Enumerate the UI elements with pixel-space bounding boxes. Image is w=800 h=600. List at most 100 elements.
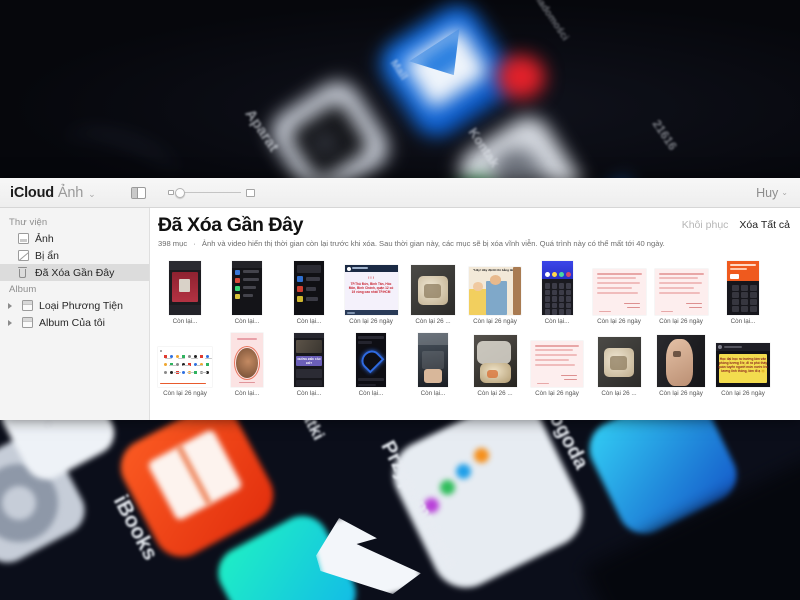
photo-cell[interactable]: Còn lại 26 ...	[592, 329, 646, 397]
days-remaining-caption: Còn lại 26 ngày	[597, 318, 641, 326]
thumbnail-wrapper: "Hãy! Hãy đặt Đi thì bằng lái à"	[468, 257, 522, 316]
sidebar-item-label: Đã Xóa Gần Đây	[35, 266, 115, 279]
days-remaining-caption: Còn lại 26 ngày	[349, 318, 393, 326]
zoom-in-icon[interactable]	[246, 188, 256, 197]
photo-thumbnail[interactable]	[158, 347, 212, 388]
bg-notes-dot-green	[440, 480, 455, 495]
bg-cable	[56, 120, 184, 180]
photo-thumbnail[interactable]	[411, 265, 455, 316]
chevron-right-icon[interactable]	[8, 319, 15, 326]
brand-icloud-label: iCloud	[10, 184, 54, 201]
photo-thumbnail[interactable]	[654, 269, 708, 316]
photo-thumbnail[interactable]	[356, 333, 386, 388]
restore-button[interactable]: Khôi phục	[682, 219, 729, 231]
app-brand[interactable]: iCloud Ảnh ⌄	[10, 184, 96, 201]
photo-grid: Còn lại... Còn lại... Còn lại... ! ! ! T…	[158, 255, 790, 397]
photo-cell[interactable]: Còn lại 26 ngày	[158, 329, 212, 397]
header-actions: Khôi phục Xóa Tất cả	[682, 215, 790, 231]
thumbnail-wrapper	[220, 329, 274, 388]
content-subtitle: 398 mục · Ảnh và video hiển thị thời gia…	[158, 239, 790, 248]
photo-cell[interactable]: Còn lại...	[282, 257, 336, 325]
photo-thumbnail[interactable]	[418, 333, 448, 388]
photo-cell[interactable]: Còn lại...	[406, 329, 460, 397]
days-remaining-caption: Còn lại 26 ngày	[535, 390, 579, 398]
background-bottom-scene: iBooks Przypomnienia atki ogoda e	[0, 420, 800, 600]
photo-cell[interactable]: Còn lại...	[220, 329, 274, 397]
photo-thumbnail[interactable]	[169, 261, 201, 316]
sidebar-section-heading-album: Album	[9, 284, 37, 295]
item-count-label: 398 mục	[158, 239, 188, 249]
photo-cell[interactable]: Còn lại...	[530, 257, 584, 325]
zoom-out-icon[interactable]	[168, 190, 175, 195]
thumbnail-wrapper	[654, 257, 708, 316]
photo-cell[interactable]: "Hãy! Hãy đặt Đi thì bằng lái à" Còn lại…	[468, 257, 522, 325]
thumbnail-wrapper	[716, 257, 770, 316]
days-remaining-caption: Còn lại 26 ngày	[659, 318, 703, 326]
zoom-slider-track[interactable]	[175, 187, 242, 198]
sidebar-item-label: Bị ẩn	[35, 249, 59, 262]
hidden-icon	[18, 250, 29, 261]
photo-cell[interactable]: NHỮNG ĐIỀU CẦN BIẾT Còn lại...	[282, 329, 336, 397]
chevron-right-icon[interactable]	[8, 302, 15, 309]
chevron-down-icon: ⌄	[88, 188, 96, 199]
photo-cell[interactable]: Còn lại 26 ngày	[592, 257, 646, 325]
brand-app-label: Ảnh	[57, 184, 84, 201]
photo-cell[interactable]: Còn lại 26 ngày	[654, 257, 708, 325]
photo-thumbnail[interactable]	[597, 337, 641, 388]
photo-thumbnail[interactable]: "Hãy! Hãy đặt Đi thì bằng lái à"	[469, 267, 521, 316]
delete-all-button[interactable]: Xóa Tất cả	[739, 219, 790, 231]
sidebar-item-photos[interactable]: Ảnh	[0, 230, 149, 247]
photo-cell[interactable]: Còn lại...	[716, 257, 770, 325]
thumbnail-wrapper	[158, 257, 212, 316]
photo-thumbnail[interactable]	[592, 269, 646, 316]
thumbnail-wrapper	[158, 329, 212, 388]
days-remaining-caption: Còn lại 26 ...	[415, 318, 451, 326]
background-top-scene: Aparat Mail Kontak 21616 Wiadomości	[0, 0, 800, 180]
photo-thumbnail[interactable]: NHỮNG ĐIỀU CẦN BIẾT	[294, 333, 324, 388]
photo-cell[interactable]: ! ! ! TP.Thủ Đức, Bình Tân, Hóc Môn, Bìn…	[344, 257, 398, 325]
thumbnail-zoom-slider[interactable]	[168, 187, 256, 198]
photo-thumbnail[interactable]	[473, 335, 517, 388]
sidebar-item-hidden[interactable]: Bị ẩn	[0, 247, 149, 264]
days-remaining-caption: Còn lại...	[420, 390, 446, 398]
sidebar-item-my-albums[interactable]: Album Của tôi	[0, 314, 149, 331]
photo-cell[interactable]: Còn lại...	[220, 257, 274, 325]
thumbnail-wrapper	[468, 329, 522, 388]
bg-notes-dot-orange	[474, 448, 489, 463]
sidebar-section-heading-library: Thư viện	[9, 217, 48, 228]
photo-cell[interactable]: Còn lại 26 ...	[468, 329, 522, 397]
thumbnail-wrapper	[592, 329, 646, 388]
photo-thumbnail[interactable]	[294, 261, 324, 316]
photo-cell[interactable]: Học đại học ra trường làm văn phòng lươn…	[716, 329, 770, 397]
account-menu[interactable]: Huy ⌄	[756, 186, 788, 200]
sidebar-item-media-types[interactable]: Loại Phương Tiện	[0, 297, 149, 314]
photo-cell[interactable]: Còn lại 26 ngày	[530, 329, 584, 397]
zoom-slider-knob[interactable]	[175, 187, 186, 198]
days-remaining-caption: Còn lại...	[358, 390, 384, 398]
photo-thumbnail[interactable]	[541, 261, 573, 316]
days-remaining-caption: Còn lại...	[544, 318, 570, 326]
photo-cell[interactable]: Còn lại...	[344, 329, 398, 397]
thumbnail-wrapper: ! ! ! TP.Thủ Đức, Bình Tân, Hóc Môn, Bìn…	[344, 257, 398, 316]
sidebar-item-label: Ảnh	[35, 232, 54, 245]
photo-thumbnail[interactable]	[232, 261, 262, 316]
photo-thumbnail[interactable]	[231, 333, 263, 388]
photo-cell[interactable]: Còn lại 26 ngày	[654, 329, 708, 397]
bg-label-right: 21616	[649, 117, 680, 153]
days-remaining-caption: Còn lại...	[234, 390, 260, 398]
photo-thumbnail[interactable]	[657, 335, 705, 388]
thumbnail-wrapper	[592, 257, 646, 316]
days-remaining-caption: Còn lại...	[296, 318, 322, 326]
thumbnail-wrapper	[406, 329, 460, 388]
sidebar-item-recently-deleted[interactable]: Đã Xóa Gần Đây	[0, 264, 149, 281]
sidebar-toggle-icon[interactable]	[131, 186, 147, 199]
photo-thumbnail[interactable]: ! ! ! TP.Thủ Đức, Bình Tân, Hóc Môn, Bìn…	[344, 265, 398, 316]
photo-thumbnail[interactable]	[727, 261, 759, 316]
photo-cell[interactable]: Còn lại 26 ...	[406, 257, 460, 325]
thumbnail-wrapper: Học đại học ra trường làm văn phòng lươn…	[716, 329, 770, 388]
photo-thumbnail[interactable]: Học đại học ra trường làm văn phòng lươn…	[716, 343, 770, 388]
retention-description: Ảnh và video hiển thị thời gian còn lại …	[201, 239, 665, 249]
bg-notification-badge	[497, 55, 545, 99]
photo-cell[interactable]: Còn lại...	[158, 257, 212, 325]
photo-thumbnail[interactable]	[531, 341, 583, 388]
